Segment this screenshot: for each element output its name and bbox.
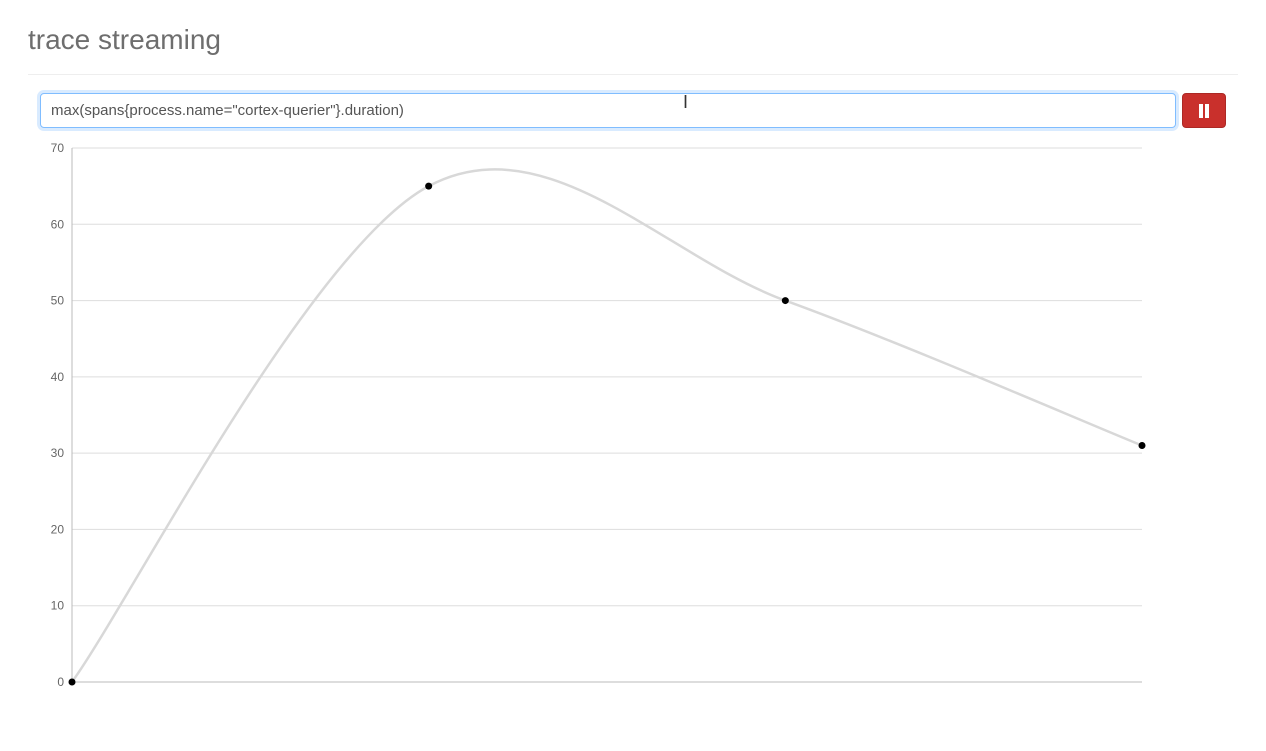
y-tick-label: 30: [51, 446, 65, 460]
chart-point: [425, 183, 432, 190]
y-tick-label: 70: [51, 141, 65, 155]
y-tick-label: 40: [51, 370, 65, 384]
chart-point: [69, 679, 76, 686]
y-tick-label: 50: [51, 294, 65, 308]
query-toolbar: [40, 93, 1226, 128]
page-title: trace streaming: [28, 24, 1238, 56]
pause-icon: [1198, 104, 1210, 118]
chart-point: [1139, 442, 1146, 449]
y-tick-label: 60: [51, 217, 65, 231]
y-tick-label: 10: [51, 599, 65, 613]
chart: 010203040506070 I: [28, 140, 1238, 705]
divider: [28, 74, 1238, 75]
y-tick-label: 20: [51, 522, 65, 536]
chart-line: [72, 169, 1142, 682]
pause-button[interactable]: [1182, 93, 1226, 128]
y-tick-label: 0: [57, 675, 64, 689]
query-input[interactable]: [40, 93, 1176, 128]
chart-point: [782, 297, 789, 304]
